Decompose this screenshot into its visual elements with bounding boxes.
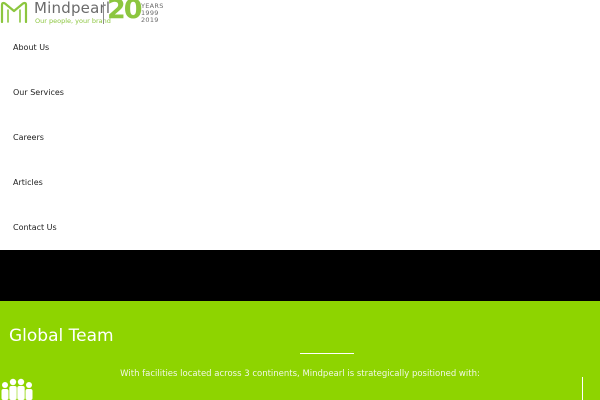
people-group-icon <box>1 378 33 400</box>
anniversary-number: 20 <box>107 0 143 25</box>
anniversary-end-year: 2019 <box>141 16 159 24</box>
nav-item-articles[interactable]: Articles <box>13 178 43 187</box>
nav-item-contact-us[interactable]: Contact Us <box>13 223 57 232</box>
mindpearl-logo[interactable]: Mindpearl Our people, your brand 20 YEAR… <box>0 0 170 28</box>
black-banner <box>0 250 600 301</box>
right-divider <box>582 377 583 400</box>
logo-divider <box>103 2 104 24</box>
brand-tagline: Our people, your brand <box>35 17 111 25</box>
section-title: Global Team <box>9 326 114 346</box>
title-underline <box>300 353 354 354</box>
nav-item-about-us[interactable]: About Us <box>13 43 49 52</box>
mindpearl-m-icon <box>0 1 28 23</box>
brand-name: Mindpearl <box>34 0 111 17</box>
nav-item-careers[interactable]: Careers <box>13 133 44 142</box>
site-header: Mindpearl Our people, your brand 20 YEAR… <box>0 0 600 28</box>
global-team-section: Global Team With facilities located acro… <box>0 301 600 400</box>
nav-item-our-services[interactable]: Our Services <box>13 88 64 97</box>
section-subtitle: With facilities located across 3 contine… <box>120 368 480 379</box>
